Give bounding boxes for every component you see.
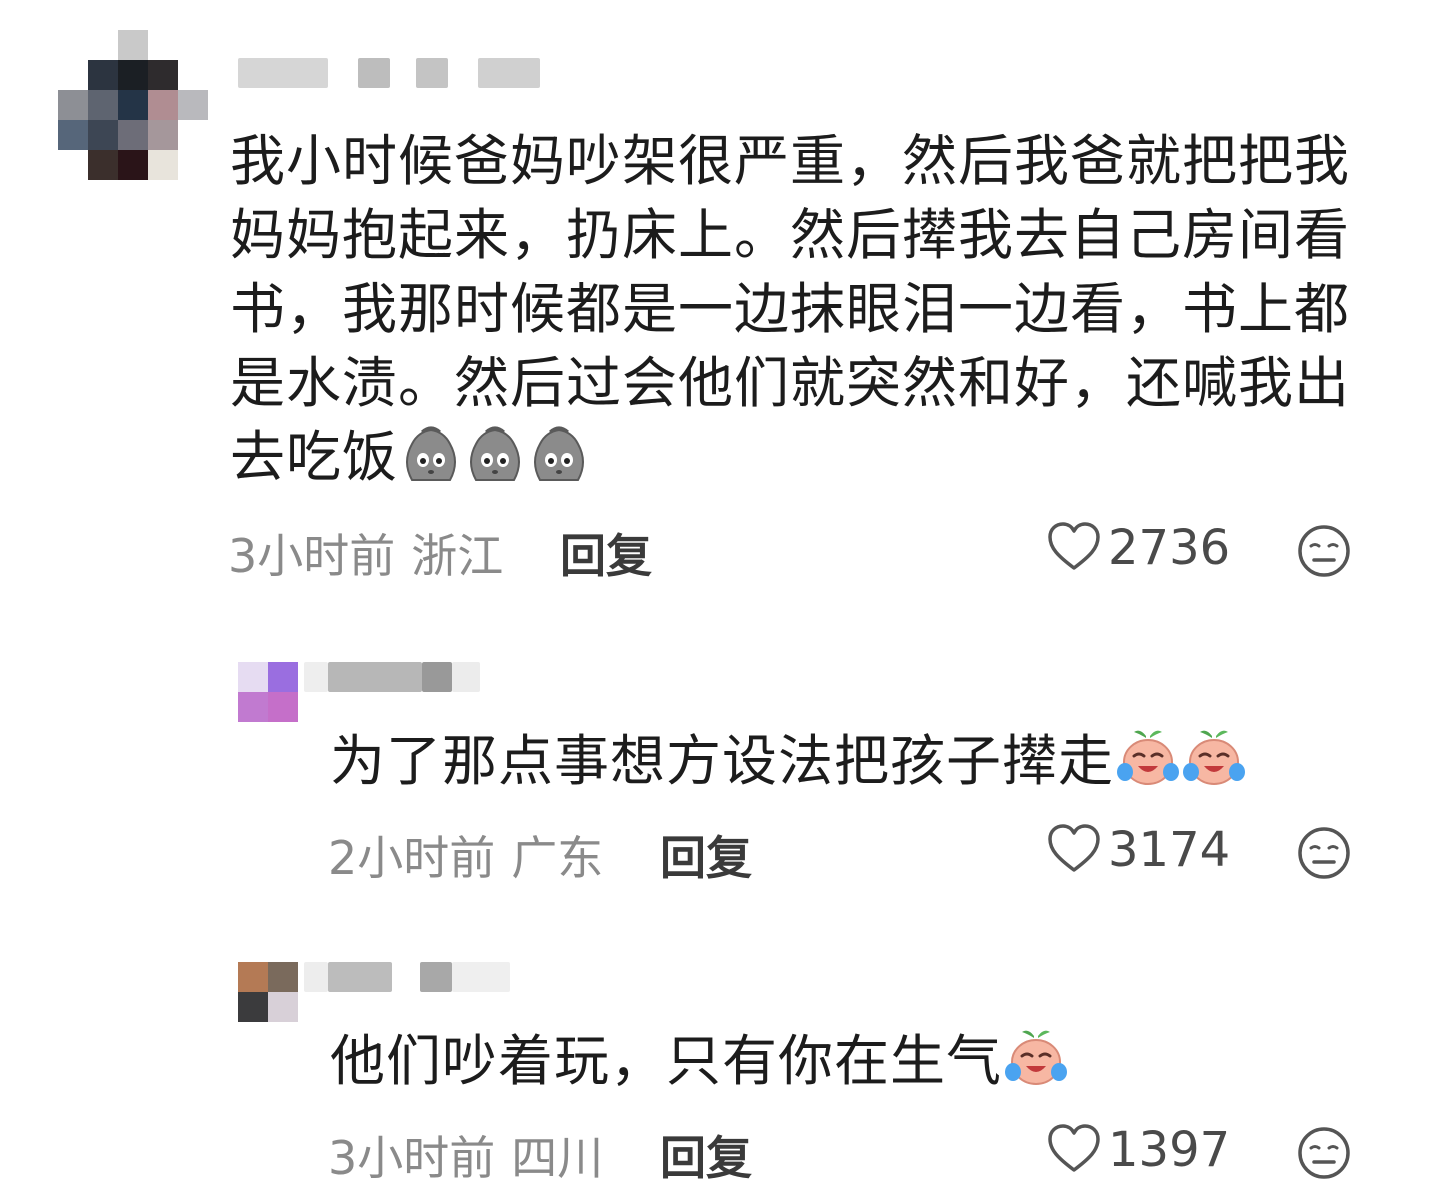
reply-button[interactable]: 回复 <box>660 1122 752 1188</box>
sack-face-emoji <box>400 422 462 500</box>
neutral-face-icon <box>1296 827 1352 885</box>
username-redacted[interactable] <box>304 962 514 996</box>
comment-last-line: 去吃饭 <box>230 420 1350 500</box>
like-button[interactable]: 1397 <box>1046 1122 1230 1178</box>
comment-meta: 2小时前 广东 <box>328 822 603 888</box>
like-count: 3174 <box>1108 822 1231 878</box>
username-redacted[interactable] <box>304 662 484 696</box>
username-redacted[interactable] <box>238 58 598 92</box>
comment-line: 他们吵着玩，只有你在生气 <box>330 1029 1003 1093</box>
neutral-face-icon <box>1296 1127 1352 1185</box>
comment-line: 妈妈抱起来，扔床上。然后撵我去自己房间看 <box>230 203 1351 267</box>
comment-line: 去吃饭 <box>230 425 399 489</box>
comment-time: 3小时前 <box>228 529 396 583</box>
avatar[interactable] <box>238 662 298 722</box>
reply-button[interactable]: 回复 <box>660 822 752 888</box>
like-button[interactable]: 3174 <box>1046 822 1230 878</box>
comment-location: 四川 <box>511 1131 604 1185</box>
comment-time: 2小时前 <box>328 831 496 885</box>
dislike-button[interactable] <box>1296 1125 1352 1185</box>
crying-peach-emoji <box>1182 726 1246 804</box>
reply-button[interactable]: 回复 <box>560 520 652 586</box>
comment-line: 书，我那时候都是一边抹眼泪一边看，书上都 <box>230 277 1351 341</box>
crying-peach-emoji <box>1004 1026 1068 1104</box>
comment-meta: 3小时前 浙江 <box>228 520 503 586</box>
comment-time: 3小时前 <box>328 1131 496 1185</box>
heart-icon <box>1046 520 1102 576</box>
comment-body: 他们吵着玩，只有你在生气 <box>330 1024 1068 1104</box>
like-count: 2736 <box>1108 520 1231 576</box>
heart-icon <box>1046 822 1102 878</box>
comment-line: 是水渍。然后过会他们就突然和好，还喊我出 <box>230 351 1351 415</box>
avatar[interactable] <box>238 962 298 1022</box>
avatar[interactable] <box>58 30 208 180</box>
heart-icon <box>1046 1122 1102 1178</box>
sack-face-emoji <box>528 422 590 500</box>
comment-location: 浙江 <box>411 529 504 583</box>
comment-last-line: 他们吵着玩，只有你在生气 <box>330 1024 1068 1104</box>
comment-body: 我小时候爸妈吵架很严重，然后我爸就把把我 妈妈抱起来，扔床上。然后撵我去自己房间… <box>230 124 1350 500</box>
crying-peach-emoji <box>1116 726 1180 804</box>
neutral-face-icon <box>1296 525 1352 583</box>
like-button[interactable]: 2736 <box>1046 520 1230 576</box>
comment-line: 我小时候爸妈吵架很严重，然后我爸就把把我 <box>230 129 1351 193</box>
dislike-button[interactable] <box>1296 825 1352 885</box>
comment-last-line: 为了那点事想方设法把孩子撵走 <box>330 724 1246 804</box>
like-count: 1397 <box>1108 1122 1231 1178</box>
comment-location: 广东 <box>511 831 604 885</box>
sack-face-emoji <box>464 422 526 500</box>
comment-meta: 3小时前 四川 <box>328 1122 603 1188</box>
comment-body: 为了那点事想方设法把孩子撵走 <box>330 724 1246 804</box>
dislike-button[interactable] <box>1296 523 1352 583</box>
comment-line: 为了那点事想方设法把孩子撵走 <box>330 729 1115 793</box>
